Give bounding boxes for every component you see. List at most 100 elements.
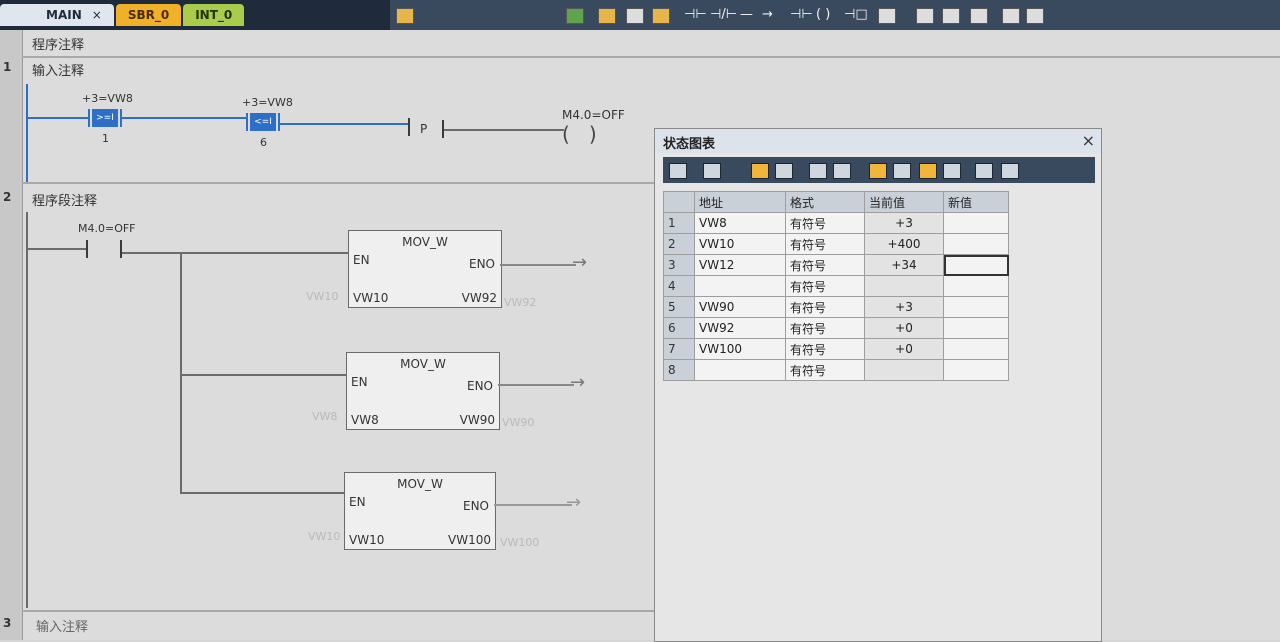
close-icon[interactable]: × (92, 4, 102, 26)
unlock-icon[interactable] (626, 8, 644, 24)
monitor-icon[interactable] (751, 163, 769, 179)
table-row[interactable]: 1 VW8 有符号 +3 (663, 212, 1009, 234)
editor-tabs: MAIN × SBR_0 INT_0 (0, 4, 246, 28)
address-cell[interactable]: VW10 (694, 233, 786, 255)
contact-label: M4.0=OFF (78, 222, 136, 235)
new-value-cell[interactable] (943, 233, 1009, 255)
contact2-icon[interactable]: ⊣⊢ (790, 6, 813, 24)
new-value-cell-selected[interactable] (943, 254, 1009, 276)
address-cell[interactable] (694, 359, 786, 381)
table-row[interactable]: 7 VW100 有符号 +0 (663, 338, 1009, 360)
rung-wire (280, 123, 408, 125)
network-separator (22, 182, 662, 184)
address-cell[interactable] (694, 275, 786, 297)
symbol-icon[interactable] (916, 8, 934, 24)
format-cell[interactable]: 有符号 (785, 296, 865, 318)
new-value-cell[interactable] (943, 296, 1009, 318)
tab-sbr0[interactable]: SBR_0 (115, 4, 182, 26)
new-value-cell[interactable] (943, 275, 1009, 297)
bookmark2-icon[interactable] (1026, 8, 1044, 24)
coil[interactable]: ( ) (562, 122, 597, 146)
tab-main[interactable]: MAIN × (0, 4, 114, 26)
trend-icon[interactable] (975, 163, 993, 179)
pen-icon[interactable] (970, 8, 988, 24)
options-icon[interactable] (1001, 163, 1019, 179)
format-cell[interactable]: 有符号 (785, 212, 865, 234)
format-cell[interactable]: 有符号 (785, 359, 865, 381)
nc-contact-icon[interactable]: ⊣/⊢ (710, 6, 737, 24)
close-icon[interactable]: × (1082, 131, 1095, 150)
in-operand[interactable]: VW8 (351, 413, 379, 427)
lock-icon[interactable] (598, 8, 616, 24)
format-cell[interactable]: 有符号 (785, 254, 865, 276)
out-operand[interactable]: VW90 (460, 413, 495, 427)
download-icon[interactable] (566, 8, 584, 24)
new-value-cell[interactable] (943, 338, 1009, 360)
output-arrow-icon: → (572, 252, 588, 273)
force-icon[interactable] (652, 8, 670, 24)
glasses-icon[interactable] (809, 163, 827, 179)
delete-row-icon[interactable] (703, 163, 721, 179)
unlock-icon[interactable] (893, 163, 911, 179)
force-icon[interactable] (919, 163, 937, 179)
p-contact-label[interactable]: P (420, 122, 427, 136)
network-comment[interactable]: 输入注释 (32, 60, 84, 79)
new-value-cell[interactable] (943, 359, 1009, 381)
format-cell[interactable]: 有符号 (785, 275, 865, 297)
address-cell[interactable]: VW100 (694, 338, 786, 360)
current-value-cell: +0 (864, 317, 944, 339)
pause-icon[interactable] (775, 163, 793, 179)
bookmark-icon[interactable] (1002, 8, 1020, 24)
in-operand[interactable]: VW10 (349, 533, 384, 547)
add-row-icon[interactable] (669, 163, 687, 179)
comment-icon[interactable] (878, 8, 896, 24)
pencil-icon[interactable] (833, 163, 851, 179)
mov-w-block[interactable]: MOV_W EN ENO VW10 VW100 (344, 472, 496, 550)
mov-w-block[interactable]: MOV_W EN ENO VW10 VW92 (348, 230, 502, 308)
address-cell[interactable]: VW90 (694, 296, 786, 318)
table-row[interactable]: 4 有符号 (663, 275, 1009, 297)
output-arrow-icon: → (570, 372, 586, 393)
coil-icon[interactable]: ( ) (816, 6, 830, 24)
m40-contact[interactable] (86, 240, 88, 258)
format-cell[interactable]: 有符号 (785, 317, 865, 339)
line-icon[interactable]: — (740, 6, 753, 24)
in-ghost: VW10 (306, 290, 339, 303)
out-operand[interactable]: VW92 (462, 291, 497, 305)
panel-title-bar[interactable]: 状态图表 × (655, 129, 1101, 153)
table-row[interactable]: 6 VW92 有符号 +0 (663, 317, 1009, 339)
row-number: 5 (663, 296, 695, 318)
new-value-cell[interactable] (943, 317, 1009, 339)
m40-contact[interactable] (120, 240, 122, 258)
compare-le-contact[interactable]: <=I (250, 113, 276, 131)
lock-icon[interactable] (869, 163, 887, 179)
address-cell[interactable]: VW12 (694, 254, 786, 276)
read-all-icon[interactable] (943, 163, 961, 179)
table-row[interactable]: 5 VW90 有符号 +3 (663, 296, 1009, 318)
tab-main-label: MAIN (46, 8, 82, 22)
network-comment[interactable]: 程序段注释 (32, 190, 97, 209)
current-value-cell: +400 (864, 233, 944, 255)
insert-network-icon[interactable] (396, 8, 414, 24)
network-comment[interactable]: 输入注释 (36, 616, 88, 635)
address-cell[interactable]: VW8 (694, 212, 786, 234)
edit-icon[interactable] (942, 8, 960, 24)
format-cell[interactable]: 有符号 (785, 338, 865, 360)
tab-int0[interactable]: INT_0 (183, 4, 245, 26)
compare-ge-contact[interactable]: >=I (92, 109, 118, 127)
table-row[interactable]: 8 有符号 (663, 359, 1009, 381)
in-operand[interactable]: VW10 (353, 291, 388, 305)
box-icon[interactable]: ⊣□ (844, 6, 868, 24)
new-value-cell[interactable] (943, 212, 1009, 234)
rung-wire (28, 117, 88, 119)
address-cell[interactable]: VW92 (694, 317, 786, 339)
contact-icon[interactable]: ⊣⊢ (684, 6, 707, 24)
arrow-icon[interactable]: → (762, 6, 773, 24)
format-cell[interactable]: 有符号 (785, 233, 865, 255)
table-row[interactable]: 3 VW12 有符号 +34 (663, 254, 1009, 276)
out-operand[interactable]: VW100 (448, 533, 491, 547)
contact-bottom-label: 6 (260, 136, 267, 149)
mov-w-block[interactable]: MOV_W EN ENO VW8 VW90 (346, 352, 500, 430)
table-row[interactable]: 2 VW10 有符号 +400 (663, 233, 1009, 255)
program-comment[interactable]: 程序注释 (32, 34, 84, 53)
